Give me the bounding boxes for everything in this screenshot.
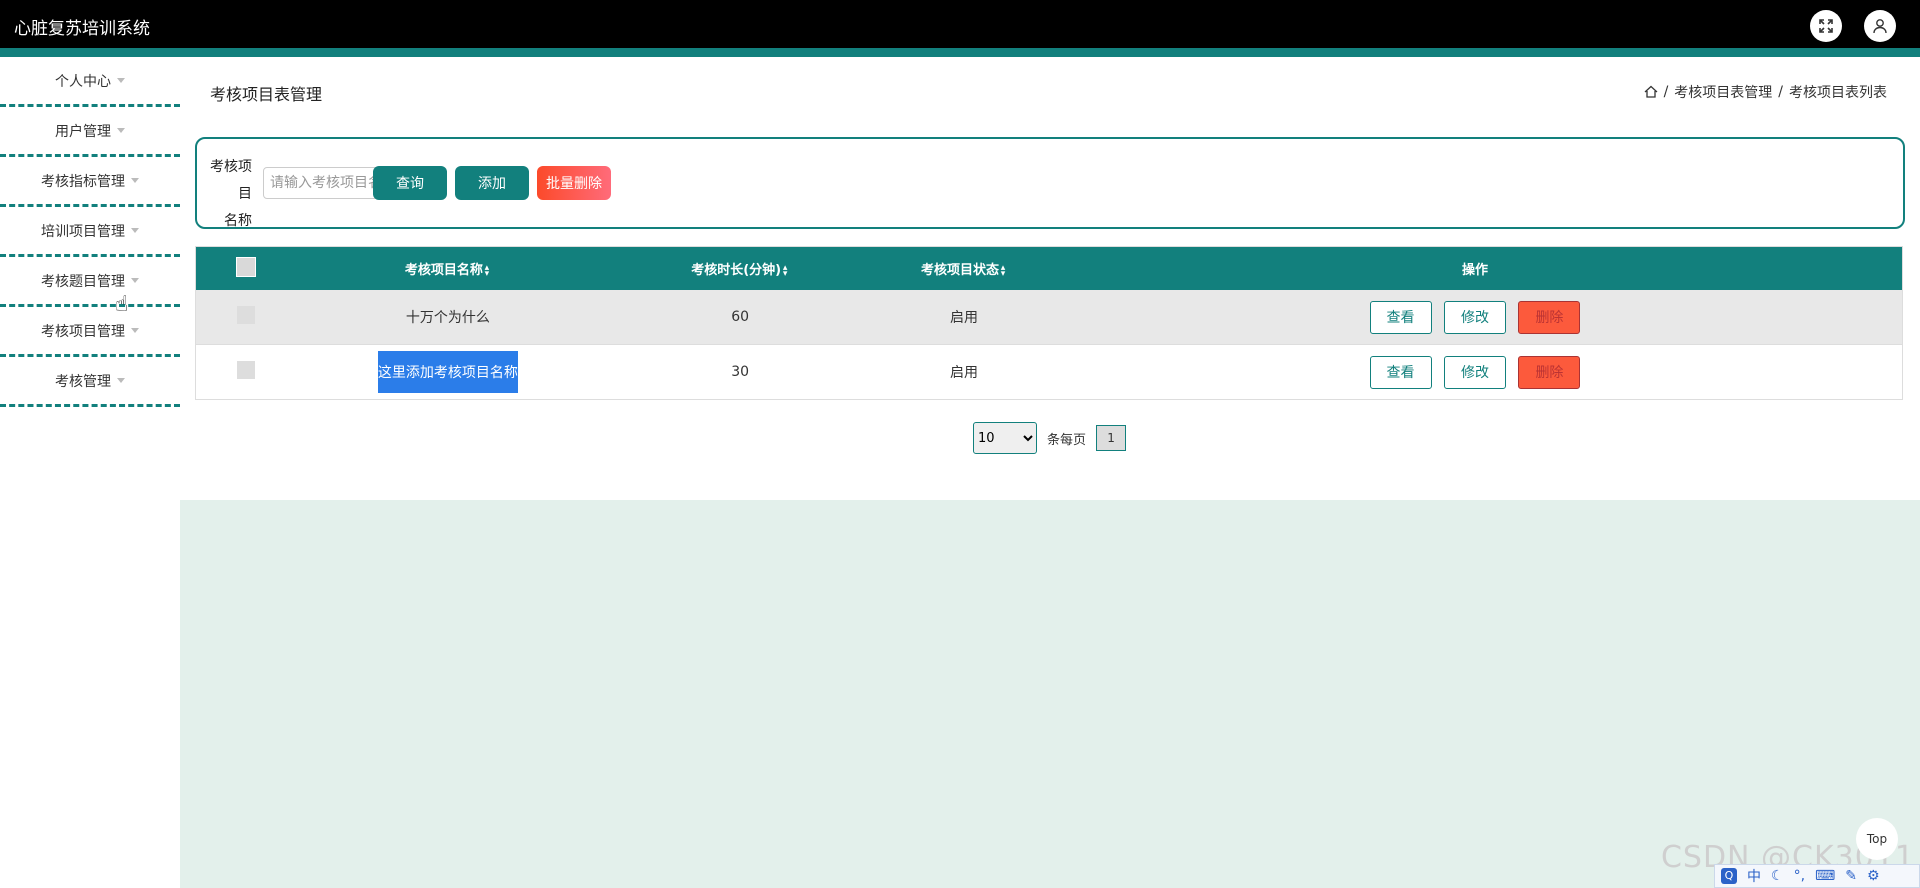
- sidebar-item-label: 培训项目管理: [41, 223, 125, 240]
- status-cell: 启用: [880, 290, 1048, 345]
- punctuation-icon[interactable]: °,: [1794, 868, 1805, 884]
- sidebar-item-indicator-management[interactable]: 考核指标管理: [0, 157, 180, 207]
- column-header-label: 操作: [1461, 263, 1488, 278]
- batch-delete-button[interactable]: 批量删除: [537, 166, 611, 200]
- caret-down-icon: [131, 178, 139, 183]
- ime-logo-icon[interactable]: Q: [1721, 868, 1737, 884]
- row-select-cell: [195, 344, 296, 400]
- caret-down-icon: [131, 228, 139, 233]
- row-checkbox[interactable]: [236, 361, 255, 379]
- row-select-cell: [195, 290, 296, 345]
- sidebar-item-training-management[interactable]: 培训项目管理: [0, 207, 180, 257]
- sidebar-item-label: 考核指标管理: [41, 173, 125, 190]
- breadcrumb-separator: /: [1663, 84, 1669, 100]
- sidebar-item-label: 个人中心: [55, 73, 111, 90]
- column-header: 操作: [1047, 246, 1903, 290]
- expand-icon: [1819, 19, 1833, 33]
- table-header-row: 考核项目名称 ▴ ▾ 考核时长(分钟) ▴ ▾ 考核项目状态 ▴ ▾ 操作: [195, 246, 1903, 290]
- caret-down-icon: [131, 328, 139, 333]
- search-label-line: 考核项目: [210, 159, 252, 202]
- sidebar-item-personal-center[interactable]: 个人中心: [0, 57, 180, 107]
- view-button[interactable]: 查看: [1369, 300, 1432, 334]
- breadcrumb-separator: /: [1778, 84, 1783, 100]
- duration-cell: 60: [600, 290, 881, 345]
- sort-icon: ▴ ▾: [782, 262, 788, 279]
- selected-text: 这里添加考核项目名称: [377, 351, 518, 393]
- sidebar-item-label: 考核管理: [55, 373, 111, 390]
- table-row: 十万个为什么 60 启用 查看 修改 删除: [195, 290, 1903, 345]
- column-header-label: 考核项目状态: [921, 263, 1000, 278]
- page-title: 考核项目表管理: [210, 85, 323, 104]
- status-cell: 启用: [880, 344, 1048, 400]
- table-row: 这里添加考核项目名称 30 启用 查看 修改 删除: [195, 344, 1903, 400]
- edit-button[interactable]: 修改: [1443, 355, 1506, 389]
- data-table: 考核项目名称 ▴ ▾ 考核时长(分钟) ▴ ▾ 考核项目状态 ▴ ▾ 操作 十万个为什么 6…: [195, 246, 1903, 400]
- sidebar-item-exam-management[interactable]: 考核管理: [0, 357, 180, 407]
- row-checkbox[interactable]: [236, 306, 255, 324]
- column-header-label: 考核项目名称: [404, 263, 483, 278]
- search-form: 考核项目 名称 查询 添加 批量删除: [195, 137, 1905, 229]
- breadcrumb-item[interactable]: 考核项目表管理: [1674, 82, 1772, 102]
- home-icon[interactable]: [1644, 85, 1658, 99]
- fullscreen-button[interactable]: [1810, 10, 1842, 42]
- column-header-label: 考核时长(分钟): [691, 263, 782, 278]
- breadcrumb-item-current: 考核项目表列表: [1789, 85, 1887, 101]
- view-button[interactable]: 查看: [1369, 355, 1432, 389]
- actions-cell: 查看 修改 删除: [1047, 344, 1903, 400]
- search-label: 考核项目 名称: [200, 154, 252, 235]
- sidebar-item-label: 考核题目管理: [41, 273, 125, 290]
- sidebar-item-project-management[interactable]: 考核项目管理: [0, 307, 180, 357]
- sidebar-item-label: 用户管理: [55, 123, 111, 140]
- top-bar: 心脏复苏培训系统: [0, 0, 1920, 48]
- delete-button[interactable]: 删除: [1518, 355, 1581, 389]
- select-all-checkbox[interactable]: [235, 256, 256, 277]
- user-icon: [1873, 19, 1887, 34]
- per-page-text: 条每页: [1047, 432, 1087, 448]
- sidebar-item-label: 考核项目管理: [41, 323, 125, 340]
- search-label-line: 名称: [224, 213, 252, 229]
- back-to-top-button[interactable]: Top: [1856, 818, 1898, 860]
- page-size-select[interactable]: 10: [973, 422, 1037, 454]
- ime-toolbar: Q 中 ☾ °, ⌨ ✎ ⚙: [1714, 864, 1920, 888]
- edit-button[interactable]: 修改: [1443, 300, 1506, 334]
- query-button[interactable]: 查询: [373, 166, 447, 200]
- app-title: 心脏复苏培训系统: [14, 19, 150, 39]
- settings-icon[interactable]: ⚙: [1867, 868, 1880, 884]
- sidebar-item-user-management[interactable]: 用户管理: [0, 107, 180, 157]
- pagination: 10 条每页 1: [973, 422, 1127, 454]
- column-header[interactable]: 考核时长(分钟) ▴ ▾: [600, 246, 881, 290]
- name-cell: 这里添加考核项目名称: [295, 344, 601, 400]
- main-content: 考核项目表管理 / 考核项目表管理 / 考核项目表列表 考核项目 名称 查询 添…: [180, 57, 1920, 888]
- page-number-button[interactable]: 1: [1096, 425, 1127, 451]
- add-button[interactable]: 添加: [455, 166, 529, 200]
- caret-down-icon: [117, 378, 125, 383]
- name-cell: 十万个为什么: [295, 290, 601, 345]
- caret-down-icon: [117, 128, 125, 133]
- sort-icon: ▴ ▾: [484, 262, 490, 279]
- sort-icon: ▴ ▾: [1000, 262, 1006, 279]
- top-accent-bar: [0, 48, 1920, 57]
- tools-icon[interactable]: ✎: [1845, 868, 1857, 884]
- moon-icon[interactable]: ☾: [1771, 868, 1784, 884]
- user-button[interactable]: [1864, 10, 1896, 42]
- select-all-cell: [195, 246, 296, 290]
- column-header[interactable]: 考核项目状态 ▴ ▾: [880, 246, 1048, 290]
- sidebar: 个人中心 用户管理 考核指标管理 培训项目管理 考核题目管理 考核项目管理 考核…: [0, 57, 180, 888]
- ime-language-toggle[interactable]: 中: [1747, 866, 1761, 886]
- caret-down-icon: [117, 78, 125, 83]
- caret-down-icon: [131, 278, 139, 283]
- duration-cell: 30: [600, 344, 881, 400]
- delete-button[interactable]: 删除: [1518, 300, 1581, 334]
- column-header[interactable]: 考核项目名称 ▴ ▾: [295, 246, 601, 290]
- sidebar-item-question-management[interactable]: 考核题目管理: [0, 257, 180, 307]
- hand-cursor-icon: ☝: [115, 292, 129, 317]
- keyboard-icon[interactable]: ⌨: [1815, 868, 1835, 884]
- actions-cell: 查看 修改 删除: [1047, 290, 1903, 345]
- breadcrumb: / 考核项目表管理 / 考核项目表列表: [1644, 82, 1887, 102]
